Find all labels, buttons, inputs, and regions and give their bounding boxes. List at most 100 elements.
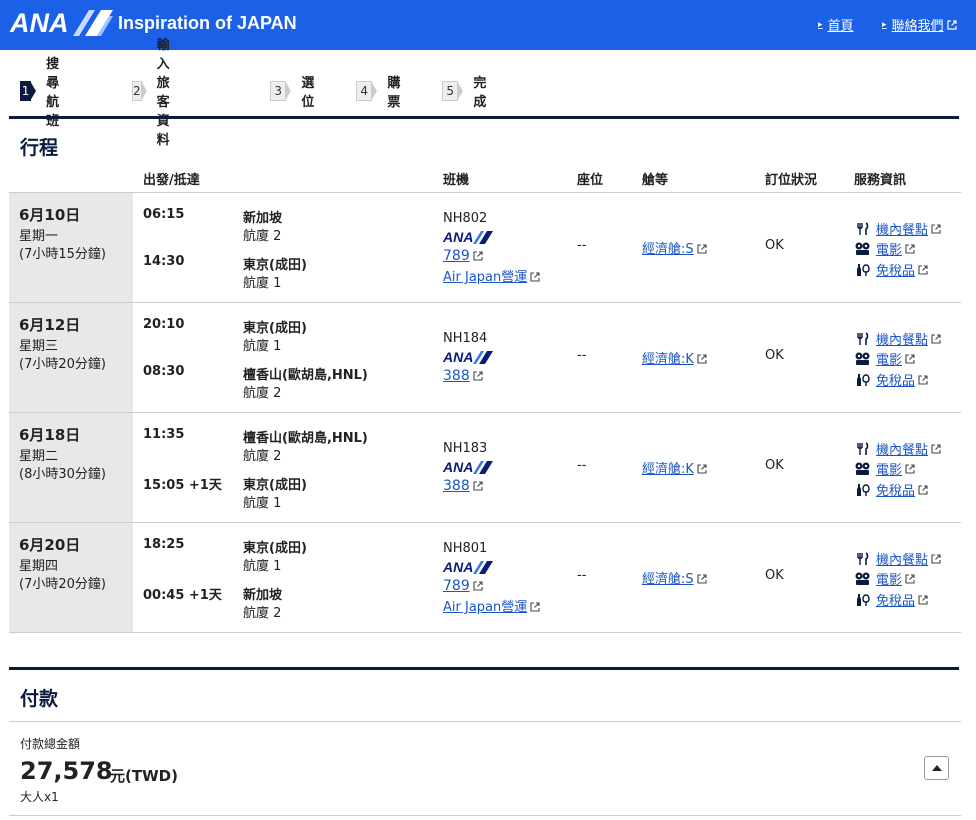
service-label: 免稅品	[876, 374, 916, 389]
top-header: ANA Inspiration of JAPAN ▸ 首頁 ▸ 聯絡我們	[0, 0, 976, 50]
step-number: 2	[132, 81, 142, 101]
airline-logo: ANA	[443, 559, 494, 575]
aircraft-link[interactable]: 388	[443, 368, 483, 384]
flight-date: 6月12日	[19, 316, 81, 334]
step-number: 5	[442, 81, 459, 101]
date-cell: 6月18日 星期二 (8小時30分鐘)	[9, 413, 133, 522]
arrival-terminal: 航廈 1	[243, 496, 282, 511]
contact-link-label: 聯絡我們	[891, 19, 944, 34]
arrival-terminal: 航廈 2	[243, 606, 282, 621]
duty-free-link[interactable]: 免稅品	[854, 480, 928, 499]
meal-icon	[854, 441, 872, 456]
departure-terminal: 航廈 2	[243, 229, 282, 244]
airline-logo: ANA	[443, 459, 494, 475]
aircraft-type: 388	[443, 368, 470, 384]
cabin-label: 經濟艙:S	[642, 572, 694, 587]
movie-icon	[854, 242, 872, 256]
departure-time: 18:25	[143, 537, 185, 552]
service-label: 電影	[876, 463, 903, 478]
airline-logo-text: ANA	[443, 229, 474, 245]
departure-airport: 東京(成田)	[243, 541, 307, 556]
aircraft-link[interactable]: 789	[443, 248, 483, 264]
flight-date: 6月20日	[19, 536, 81, 554]
step-label: 完成	[473, 76, 487, 110]
meal-icon	[854, 551, 872, 566]
cabin-link[interactable]: 經濟艙:K	[642, 348, 707, 367]
movies-link[interactable]: 電影	[854, 459, 915, 478]
inflight-meal-link[interactable]: 機內餐點	[854, 549, 941, 568]
flight-duration: (7小時15分鐘)	[19, 247, 106, 262]
service-label: 電影	[876, 573, 903, 588]
operated-by-link[interactable]: Air Japan營運	[443, 596, 540, 615]
step-label: 購票	[387, 76, 401, 110]
date-cell: 6月20日 星期四 (7小時20分鐘)	[9, 523, 133, 632]
flight-duration: (7小時20分鐘)	[19, 577, 106, 592]
cabin-label: 經濟艙:K	[642, 462, 694, 477]
inflight-meal-link[interactable]: 機內餐點	[854, 439, 941, 458]
caret-up-icon	[931, 765, 942, 771]
payment-total-amount: 27,578	[20, 757, 113, 785]
home-link[interactable]: ▸ 首頁	[818, 15, 854, 34]
external-link-icon	[473, 581, 483, 591]
inflight-meal-link[interactable]: 機內餐點	[854, 219, 941, 238]
operated-by-label: Air Japan營運	[443, 600, 528, 615]
inflight-meal-link[interactable]: 機內餐點	[854, 329, 941, 348]
ana-logo-text: ANA	[10, 7, 69, 38]
external-link-icon	[918, 264, 928, 275]
cabin-link[interactable]: 經濟艙:S	[642, 238, 707, 257]
external-link-icon	[905, 463, 915, 474]
external-link-icon	[931, 553, 941, 564]
airline-logo-text: ANA	[443, 559, 474, 575]
collapse-button[interactable]	[924, 756, 949, 780]
booking-status: OK	[765, 348, 784, 363]
duty-free-icon	[854, 593, 872, 607]
date-cell: 6月12日 星期三 (7小時20分鐘)	[9, 303, 133, 412]
arrival-time: 14:30	[143, 254, 185, 269]
seat-value: --	[577, 458, 587, 473]
cabin-link[interactable]: 經濟艙:K	[642, 458, 707, 477]
ana-logo-mark-icon	[473, 230, 494, 244]
external-link-icon	[697, 464, 707, 474]
aircraft-link[interactable]: 388	[443, 478, 483, 494]
duty-free-icon	[854, 263, 872, 277]
external-link-icon	[931, 443, 941, 454]
column-header-cabin: 艙等	[642, 173, 669, 188]
flight-number: NH801	[443, 541, 488, 556]
external-link-icon	[905, 243, 915, 254]
seat-value: --	[577, 348, 587, 363]
flight-date: 6月10日	[19, 206, 81, 224]
service-label: 機內餐點	[876, 333, 929, 348]
column-header-booking-status: 訂位狀況	[765, 173, 818, 188]
flight-date: 6月18日	[19, 426, 81, 444]
movie-icon	[854, 572, 872, 586]
airline-logo-text: ANA	[443, 349, 474, 365]
step-number: 1	[20, 81, 32, 101]
duty-free-link[interactable]: 免稅品	[854, 370, 928, 389]
aircraft-link[interactable]: 789	[443, 578, 483, 594]
aircraft-type: 789	[443, 578, 470, 594]
duty-free-link[interactable]: 免稅品	[854, 590, 928, 609]
ana-logo-mark-icon	[72, 10, 113, 36]
airline-logo: ANA	[443, 349, 494, 365]
cabin-link[interactable]: 經濟艙:S	[642, 568, 707, 587]
movies-link[interactable]: 電影	[854, 239, 915, 258]
ana-logo-mark-icon	[473, 560, 494, 574]
movies-link[interactable]: 電影	[854, 569, 915, 588]
contact-us-link[interactable]: ▸ 聯絡我們	[882, 15, 957, 34]
departure-airport: 新加坡	[243, 211, 283, 226]
departure-airport: 東京(成田)	[243, 321, 307, 336]
external-link-icon	[946, 19, 957, 30]
arrival-time: 08:30	[143, 364, 185, 379]
ana-logo[interactable]: ANA	[10, 8, 113, 38]
external-link-icon	[697, 244, 707, 254]
duty-free-icon	[854, 373, 872, 387]
payment-title: 付款	[20, 688, 59, 710]
external-link-icon	[697, 354, 707, 364]
payment-total-label: 付款總金額	[20, 737, 81, 751]
arrival-airport: 檀香山(歐胡島,HNL)	[243, 368, 368, 383]
duty-free-link[interactable]: 免稅品	[854, 260, 928, 279]
operated-by-link[interactable]: Air Japan營運	[443, 266, 540, 285]
movies-link[interactable]: 電影	[854, 349, 915, 368]
step-5: 5 完成	[442, 76, 492, 110]
external-link-icon	[918, 594, 928, 605]
